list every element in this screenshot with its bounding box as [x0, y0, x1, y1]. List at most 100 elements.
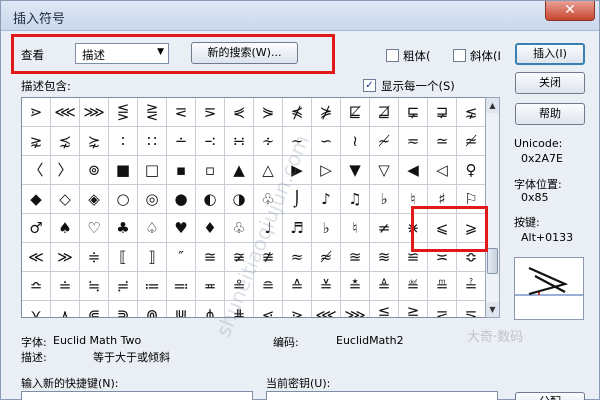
symbol-cell[interactable]: ◈	[80, 185, 109, 214]
symbol-cell[interactable]: ♣	[109, 214, 138, 243]
symbol-cell[interactable]: ⋤	[399, 98, 428, 127]
symbol-cell[interactable]: ⋥	[428, 98, 457, 127]
symbol-cell[interactable]: ≙	[283, 272, 312, 301]
symbol-cell[interactable]: ≏	[22, 272, 51, 301]
symbol-cell[interactable]: ○	[109, 185, 138, 214]
symbol-cell[interactable]: ⌡	[283, 185, 312, 214]
symbol-cell[interactable]: ♬	[283, 214, 312, 243]
symbol-cell[interactable]: ≅	[196, 243, 225, 272]
symbol-cell[interactable]: ♭	[312, 214, 341, 243]
symbol-cell[interactable]: ≟	[457, 272, 486, 301]
symbol-cell[interactable]: ◇	[51, 185, 80, 214]
symbol-cell[interactable]: ∷	[138, 127, 167, 156]
symbol-cell[interactable]: ⋦	[457, 98, 486, 127]
symbol-cell[interactable]: ♂	[22, 214, 51, 243]
symbol-cell[interactable]: ⋒	[138, 301, 167, 317]
symbol-cell[interactable]: ⋛	[399, 301, 428, 317]
symbol-cell[interactable]: ⋏	[51, 301, 80, 317]
symbol-cell[interactable]: ≚	[312, 272, 341, 301]
symbol-cell[interactable]: □	[138, 156, 167, 185]
symbol-cell[interactable]: ▫	[196, 156, 225, 185]
scroll-down-icon[interactable]: ▼	[486, 302, 499, 317]
symbol-cell[interactable]: ⋗	[283, 301, 312, 317]
symbol-cell[interactable]: ″	[167, 243, 196, 272]
symbol-cell[interactable]: ⟦	[109, 243, 138, 272]
symbol-cell[interactable]: ≁	[370, 127, 399, 156]
symbol-cell[interactable]: ◀	[399, 156, 428, 185]
symbol-cell[interactable]: ∹	[196, 127, 225, 156]
symbol-cell[interactable]: ⋙	[80, 98, 109, 127]
symbol-cell[interactable]: ≂	[399, 127, 428, 156]
symbol-cell[interactable]: ≀	[341, 127, 370, 156]
symbol-cell[interactable]: ⋩	[80, 127, 109, 156]
symbol-cell[interactable]: ≊	[341, 243, 370, 272]
symbol-cell[interactable]: ♠	[51, 214, 80, 243]
symbol-cell[interactable]: ⋣	[370, 98, 399, 127]
symbol-cell[interactable]: ♦	[196, 214, 225, 243]
symbol-cell[interactable]: ♭	[370, 185, 399, 214]
symbol-cell[interactable]: ⋝	[196, 98, 225, 127]
symbol-cell[interactable]: ∽	[312, 127, 341, 156]
symbol-cell[interactable]: ⋟	[254, 98, 283, 127]
symbol-cell[interactable]: ♮	[341, 214, 370, 243]
symbol-cell[interactable]: ≝	[399, 272, 428, 301]
assign-button[interactable]: 分配	[515, 392, 585, 400]
symbol-cell[interactable]: ∺	[225, 127, 254, 156]
symbol-cell[interactable]: ≘	[254, 272, 283, 301]
symbol-cell[interactable]: ⋘	[312, 301, 341, 317]
symbol-cell[interactable]: ⋕	[225, 301, 254, 317]
symbol-cell[interactable]: ◎	[138, 185, 167, 214]
symbol-cell[interactable]: ⋙	[341, 301, 370, 317]
symbol-cell[interactable]: ⊚	[80, 156, 109, 185]
symbol-cell[interactable]: △	[254, 156, 283, 185]
symbol-cell[interactable]: ∼	[283, 127, 312, 156]
symbol-cell[interactable]: ≜	[370, 272, 399, 301]
symbol-cell[interactable]: ≫	[51, 243, 80, 272]
symbol-cell[interactable]: ●	[167, 185, 196, 214]
symbol-cell[interactable]: ♤	[138, 214, 167, 243]
symbol-cell[interactable]: ♡	[80, 214, 109, 243]
symbol-cell[interactable]: ≓	[109, 272, 138, 301]
symbol-cell[interactable]: ⋜	[167, 98, 196, 127]
symbol-cell[interactable]: ⋠	[283, 98, 312, 127]
symbol-cell[interactable]: ♧	[225, 214, 254, 243]
symbol-cell[interactable]: ▶	[283, 156, 312, 185]
symbol-cell[interactable]: ≖	[196, 272, 225, 301]
scroll-thumb[interactable]	[487, 248, 498, 274]
show-each-checkbox[interactable]: ✓	[363, 79, 376, 92]
symbol-cell[interactable]: ∶	[109, 127, 138, 156]
symbol-cell[interactable]: ■	[109, 156, 138, 185]
symbol-cell[interactable]: ≕	[167, 272, 196, 301]
symbol-cell[interactable]: ⋎	[22, 301, 51, 317]
symbol-cell[interactable]: ≋	[370, 243, 399, 272]
symbol-cell[interactable]: ◆	[22, 185, 51, 214]
symbol-cell[interactable]: ▲	[225, 156, 254, 185]
symbol-cell[interactable]: ≞	[428, 272, 457, 301]
symbol-cell[interactable]: ≗	[225, 272, 254, 301]
new-search-button[interactable]: 新的搜索(W)...	[191, 42, 298, 64]
symbol-cell[interactable]: ▪	[167, 156, 196, 185]
symbol-cell[interactable]: ∻	[254, 127, 283, 156]
symbol-cell[interactable]: ◁	[428, 156, 457, 185]
italic-checkbox[interactable]	[453, 49, 466, 62]
symbol-cell[interactable]: ≃	[428, 127, 457, 156]
symbol-cell[interactable]: ⋐	[80, 301, 109, 317]
view-select[interactable]: 描述 ▼	[75, 43, 169, 64]
symbol-cell[interactable]: ⋘	[51, 98, 80, 127]
symbol-cell[interactable]: ⋝	[457, 301, 486, 317]
symbol-cell[interactable]: ∸	[167, 127, 196, 156]
new-shortcut-input[interactable]	[21, 391, 253, 400]
bold-checkbox[interactable]	[386, 49, 399, 62]
symbol-cell[interactable]: ≒	[80, 272, 109, 301]
symbol-cell[interactable]: ≔	[138, 272, 167, 301]
symbol-cell[interactable]: ≛	[341, 272, 370, 301]
symbol-cell[interactable]: ▽	[370, 156, 399, 185]
current-key-input[interactable]	[266, 391, 498, 400]
symbol-cell[interactable]: ◐	[196, 185, 225, 214]
symbol-cell[interactable]: ♩	[254, 214, 283, 243]
symbol-cell[interactable]: ◑	[225, 185, 254, 214]
symbol-cell[interactable]: ⋚	[370, 301, 399, 317]
symbol-cell[interactable]: ≆	[225, 243, 254, 272]
symbol-cell[interactable]: ⋛	[138, 98, 167, 127]
symbol-cell[interactable]: ♥	[167, 214, 196, 243]
